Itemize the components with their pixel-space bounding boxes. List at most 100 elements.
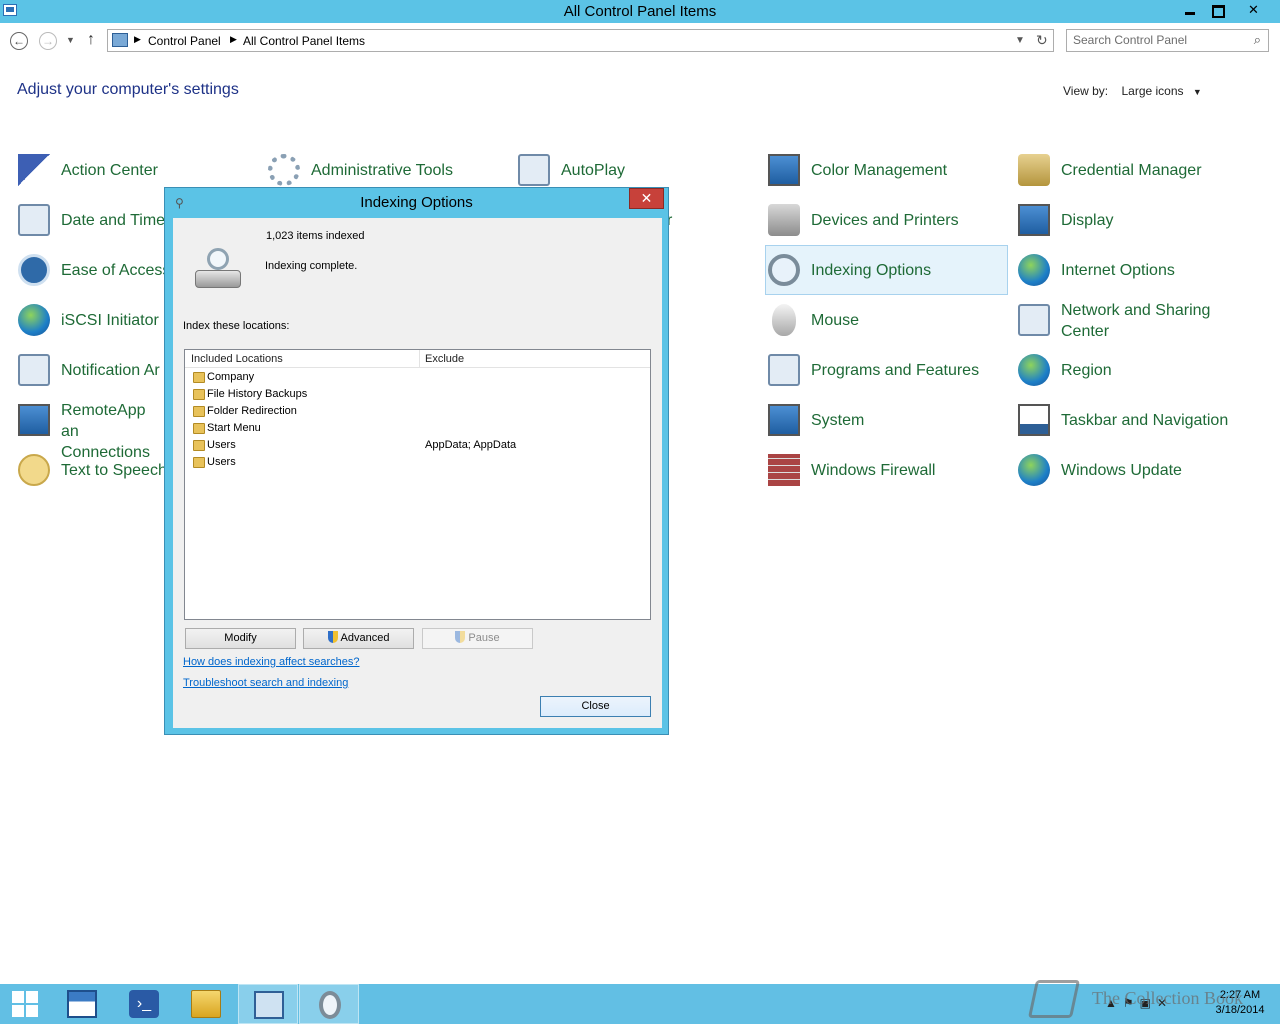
how-indexing-link[interactable]: How does indexing affect searches? bbox=[183, 656, 360, 668]
taskbar-icon bbox=[1018, 404, 1050, 436]
windows-update-icon bbox=[1018, 454, 1050, 486]
cp-item-windows-update[interactable]: Windows Update bbox=[1016, 446, 1261, 494]
autoplay-icon bbox=[518, 154, 550, 186]
region-icon bbox=[1018, 354, 1050, 386]
windows-logo-icon bbox=[12, 991, 38, 1017]
taskbar-server-manager[interactable] bbox=[52, 984, 112, 1024]
cp-item-network-and-sharing[interactable]: Network and Sharing Center bbox=[1016, 296, 1261, 344]
taskbar-file-explorer[interactable] bbox=[176, 984, 236, 1024]
item-label: Windows Firewall bbox=[811, 462, 936, 479]
view-by-value[interactable]: Large icons bbox=[1121, 84, 1183, 98]
search-input[interactable] bbox=[1073, 33, 1243, 47]
chevron-down-icon[interactable]: ▼ bbox=[1193, 87, 1202, 97]
shield-icon bbox=[455, 631, 466, 643]
navigation-bar: ← → ▼ ↑ ▶ Control Panel ▶ All Control Pa… bbox=[0, 23, 1280, 59]
printer-icon bbox=[768, 204, 800, 236]
watermark: The Collection Book bbox=[1027, 978, 1272, 1022]
indexing-icon bbox=[768, 254, 800, 286]
item-label: Windows Update bbox=[1061, 462, 1182, 479]
cp-item-programs-and-features[interactable]: Programs and Features bbox=[766, 346, 1011, 394]
list-item[interactable]: Company bbox=[185, 369, 650, 386]
breadcrumb-control-panel[interactable]: Control Panel bbox=[148, 34, 221, 48]
cp-item-devices-and-printers[interactable]: Devices and Printers bbox=[766, 196, 1011, 244]
column-header-included[interactable]: Included Locations bbox=[191, 353, 283, 365]
breadcrumb-all-items[interactable]: All Control Panel Items bbox=[243, 34, 365, 48]
indexing-drive-icon bbox=[195, 248, 241, 290]
cp-item-taskbar-and-navigation[interactable]: Taskbar and Navigation bbox=[1016, 396, 1261, 444]
powershell-icon: ›_ bbox=[129, 990, 159, 1018]
dialog-close-button[interactable]: ✕ bbox=[629, 188, 664, 209]
cp-item-internet-options[interactable]: Internet Options bbox=[1016, 246, 1261, 294]
address-bar[interactable]: ▶ Control Panel ▶ All Control Panel Item… bbox=[107, 29, 1054, 52]
item-label: Devices and Printers bbox=[811, 212, 959, 229]
index-locations-label: Index these locations: bbox=[183, 320, 290, 332]
taskbar-powershell[interactable]: ›_ bbox=[114, 984, 174, 1024]
location-name: Users bbox=[207, 456, 236, 468]
list-item[interactable]: Folder Redirection bbox=[185, 403, 650, 420]
cp-item-mouse[interactable]: Mouse bbox=[766, 296, 1011, 344]
close-button-label: Close bbox=[581, 700, 610, 712]
color-management-icon bbox=[768, 154, 800, 186]
forward-button[interactable]: → bbox=[39, 32, 57, 50]
list-item[interactable]: Start Menu bbox=[185, 420, 650, 437]
location-name: Folder Redirection bbox=[207, 405, 297, 417]
maximize-button[interactable] bbox=[1204, 0, 1231, 20]
close-button[interactable]: Close bbox=[540, 696, 651, 717]
taskbar-indexing-options[interactable] bbox=[299, 984, 359, 1024]
troubleshoot-link[interactable]: Troubleshoot search and indexing bbox=[183, 677, 348, 689]
minimize-button[interactable] bbox=[1177, 0, 1204, 20]
location-name: Start Menu bbox=[207, 422, 261, 434]
item-label: Programs and Features bbox=[811, 362, 980, 379]
book-icon bbox=[1027, 980, 1081, 1018]
locations-list[interactable]: Included Locations Exclude Company File … bbox=[184, 349, 651, 620]
search-box[interactable]: ⌕ bbox=[1066, 29, 1269, 52]
cp-item-indexing-options[interactable]: Indexing Options bbox=[765, 245, 1008, 295]
address-dropdown-icon[interactable]: ▼ bbox=[1015, 35, 1025, 46]
breadcrumb-separator-icon[interactable]: ▶ bbox=[230, 34, 237, 45]
cp-item-system[interactable]: System bbox=[766, 396, 1011, 444]
list-header: Included Locations Exclude bbox=[185, 350, 650, 368]
folder-icon bbox=[193, 372, 205, 383]
list-item[interactable]: Users AppData; AppData bbox=[185, 437, 650, 454]
cp-item-credential-manager[interactable]: Credential Manager bbox=[1016, 146, 1261, 194]
recent-locations-dropdown[interactable]: ▼ bbox=[66, 35, 75, 45]
item-label: Display bbox=[1061, 212, 1114, 229]
window-title-bar: All Control Panel Items ✕ bbox=[0, 0, 1280, 23]
pause-button-label: Pause bbox=[468, 632, 500, 644]
breadcrumb-separator-icon[interactable]: ▶ bbox=[134, 34, 141, 45]
item-label: iSCSI Initiator bbox=[61, 312, 159, 329]
dialog-body: 1,023 items indexed Indexing complete. I… bbox=[173, 218, 662, 728]
ease-of-access-icon bbox=[18, 254, 50, 286]
item-label: Color Management bbox=[811, 162, 948, 179]
back-button[interactable]: ← bbox=[10, 32, 28, 50]
refresh-icon[interactable]: ↻ bbox=[1036, 32, 1048, 49]
up-button[interactable]: ↑ bbox=[87, 31, 95, 49]
view-by-selector: View by: Large icons ▼ bbox=[1063, 84, 1202, 98]
item-label: Network and Sharing Center bbox=[1061, 302, 1211, 340]
modify-button[interactable]: Modify bbox=[185, 628, 296, 649]
system-icon bbox=[768, 404, 800, 436]
column-divider[interactable] bbox=[419, 350, 420, 368]
notification-icon bbox=[18, 354, 50, 386]
start-button[interactable] bbox=[0, 984, 60, 1024]
speech-icon bbox=[18, 454, 50, 486]
vault-icon bbox=[1018, 154, 1050, 186]
column-header-exclude[interactable]: Exclude bbox=[425, 353, 464, 365]
pause-button[interactable]: Pause bbox=[422, 628, 533, 649]
list-item[interactable]: File History Backups bbox=[185, 386, 650, 403]
firewall-icon bbox=[768, 454, 800, 486]
item-label: Action Center bbox=[61, 162, 158, 179]
search-icon[interactable]: ⌕ bbox=[1254, 32, 1261, 48]
advanced-button[interactable]: Advanced bbox=[303, 628, 414, 649]
close-window-button[interactable]: ✕ bbox=[1231, 0, 1276, 20]
advanced-button-label: Advanced bbox=[340, 632, 390, 644]
item-label: Mouse bbox=[811, 312, 860, 329]
list-item[interactable]: Users bbox=[185, 454, 650, 471]
cp-item-color-management[interactable]: Color Management bbox=[766, 146, 1011, 194]
item-label: System bbox=[811, 412, 865, 429]
cp-item-windows-firewall[interactable]: Windows Firewall bbox=[766, 446, 1011, 494]
indexing-icon bbox=[319, 991, 341, 1019]
cp-item-region[interactable]: Region bbox=[1016, 346, 1261, 394]
cp-item-display[interactable]: Display bbox=[1016, 196, 1261, 244]
taskbar-control-panel[interactable] bbox=[238, 984, 298, 1024]
